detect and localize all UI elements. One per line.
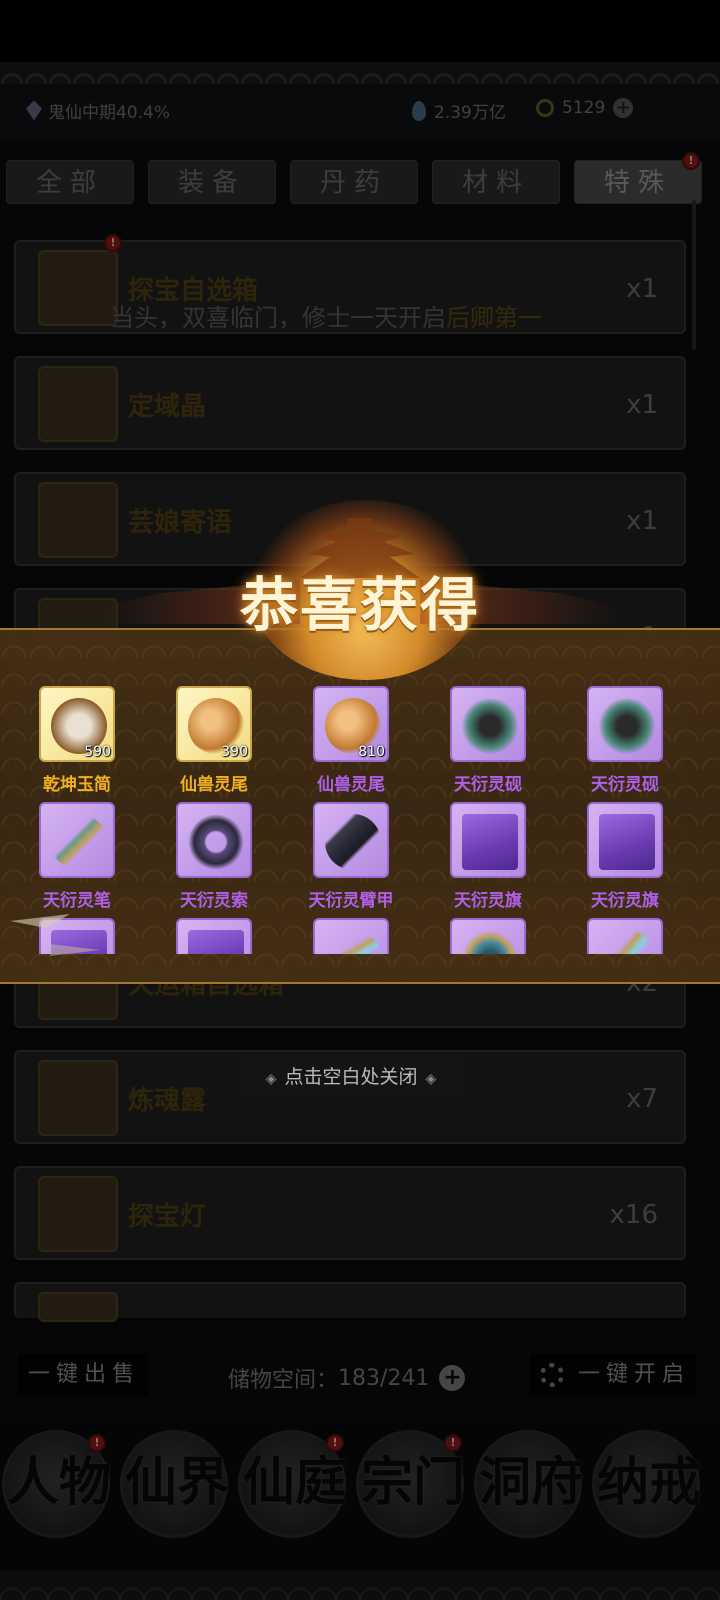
- reward-item[interactable]: [291, 918, 411, 954]
- item-frame: [313, 918, 389, 954]
- item-frame: [587, 802, 663, 878]
- ring-icon: [462, 930, 518, 954]
- item-frame: 810: [313, 686, 389, 762]
- reward-item[interactable]: 天衍灵索: [154, 802, 274, 912]
- item-name: 乾坤玉简: [43, 775, 111, 795]
- staff-icon: [599, 930, 655, 954]
- flag-icon: [599, 814, 655, 870]
- item-name: 天衍灵索: [180, 891, 248, 911]
- reward-item[interactable]: 天衍灵砚: [428, 686, 548, 796]
- close-hint-text: 点击空白处关闭: [284, 1066, 418, 1088]
- item-name: 仙兽灵尾: [180, 775, 248, 795]
- reward-item[interactable]: 810 仙兽灵尾: [291, 686, 411, 796]
- reward-item[interactable]: 天衍灵砚: [565, 686, 685, 796]
- item-name: 仙兽灵尾: [317, 775, 385, 795]
- item-frame: [450, 918, 526, 954]
- reward-item[interactable]: [154, 918, 274, 954]
- item-name: 天衍灵旗: [591, 891, 659, 911]
- reward-item[interactable]: 天衍灵旗: [428, 802, 548, 912]
- item-frame: [450, 802, 526, 878]
- item-frame: [176, 918, 252, 954]
- rope-icon: [188, 814, 244, 870]
- inkstone-icon: [462, 698, 518, 754]
- flag-icon: [188, 930, 244, 954]
- item-frame: [176, 802, 252, 878]
- bow-icon: [325, 930, 381, 954]
- inkstone-icon: [599, 698, 655, 754]
- item-qty: 390: [221, 744, 248, 760]
- close-hint[interactable]: ◈ 点击空白处关闭 ◈: [196, 1058, 506, 1096]
- reward-grid: 590 乾坤玉简 390 仙兽灵尾 810 仙兽灵尾 天衍灵砚 天衍灵砚 天衍灵…: [0, 686, 720, 954]
- reward-item[interactable]: 天衍灵臂甲: [291, 802, 411, 912]
- ornament-icon: ◈: [425, 1071, 437, 1087]
- item-frame: 390: [176, 686, 252, 762]
- reward-item[interactable]: 天衍灵笔: [17, 802, 137, 912]
- reward-title: 恭喜获得: [239, 571, 480, 639]
- reward-item[interactable]: 390 仙兽灵尾: [154, 686, 274, 796]
- item-frame: [587, 686, 663, 762]
- brush-icon: [51, 814, 107, 870]
- item-name: 天衍灵旗: [454, 891, 522, 911]
- ornament-icon: ◈: [265, 1071, 277, 1087]
- item-qty: 590: [84, 744, 111, 760]
- flag-icon: [462, 814, 518, 870]
- item-name: 天衍灵砚: [454, 775, 522, 795]
- crane-decoration: [10, 904, 100, 984]
- reward-item[interactable]: [565, 918, 685, 954]
- reward-item[interactable]: 590 乾坤玉简: [17, 686, 137, 796]
- item-name: 天衍灵砚: [591, 775, 659, 795]
- item-name: 天衍灵臂甲: [308, 891, 394, 911]
- item-frame: [39, 802, 115, 878]
- reward-item[interactable]: [428, 918, 548, 954]
- item-frame: [313, 802, 389, 878]
- item-frame: [587, 918, 663, 954]
- item-frame: 590: [39, 686, 115, 762]
- item-frame: [450, 686, 526, 762]
- armguard-icon: [325, 814, 381, 870]
- reward-item[interactable]: 天衍灵旗: [565, 802, 685, 912]
- item-qty: 810: [358, 744, 385, 760]
